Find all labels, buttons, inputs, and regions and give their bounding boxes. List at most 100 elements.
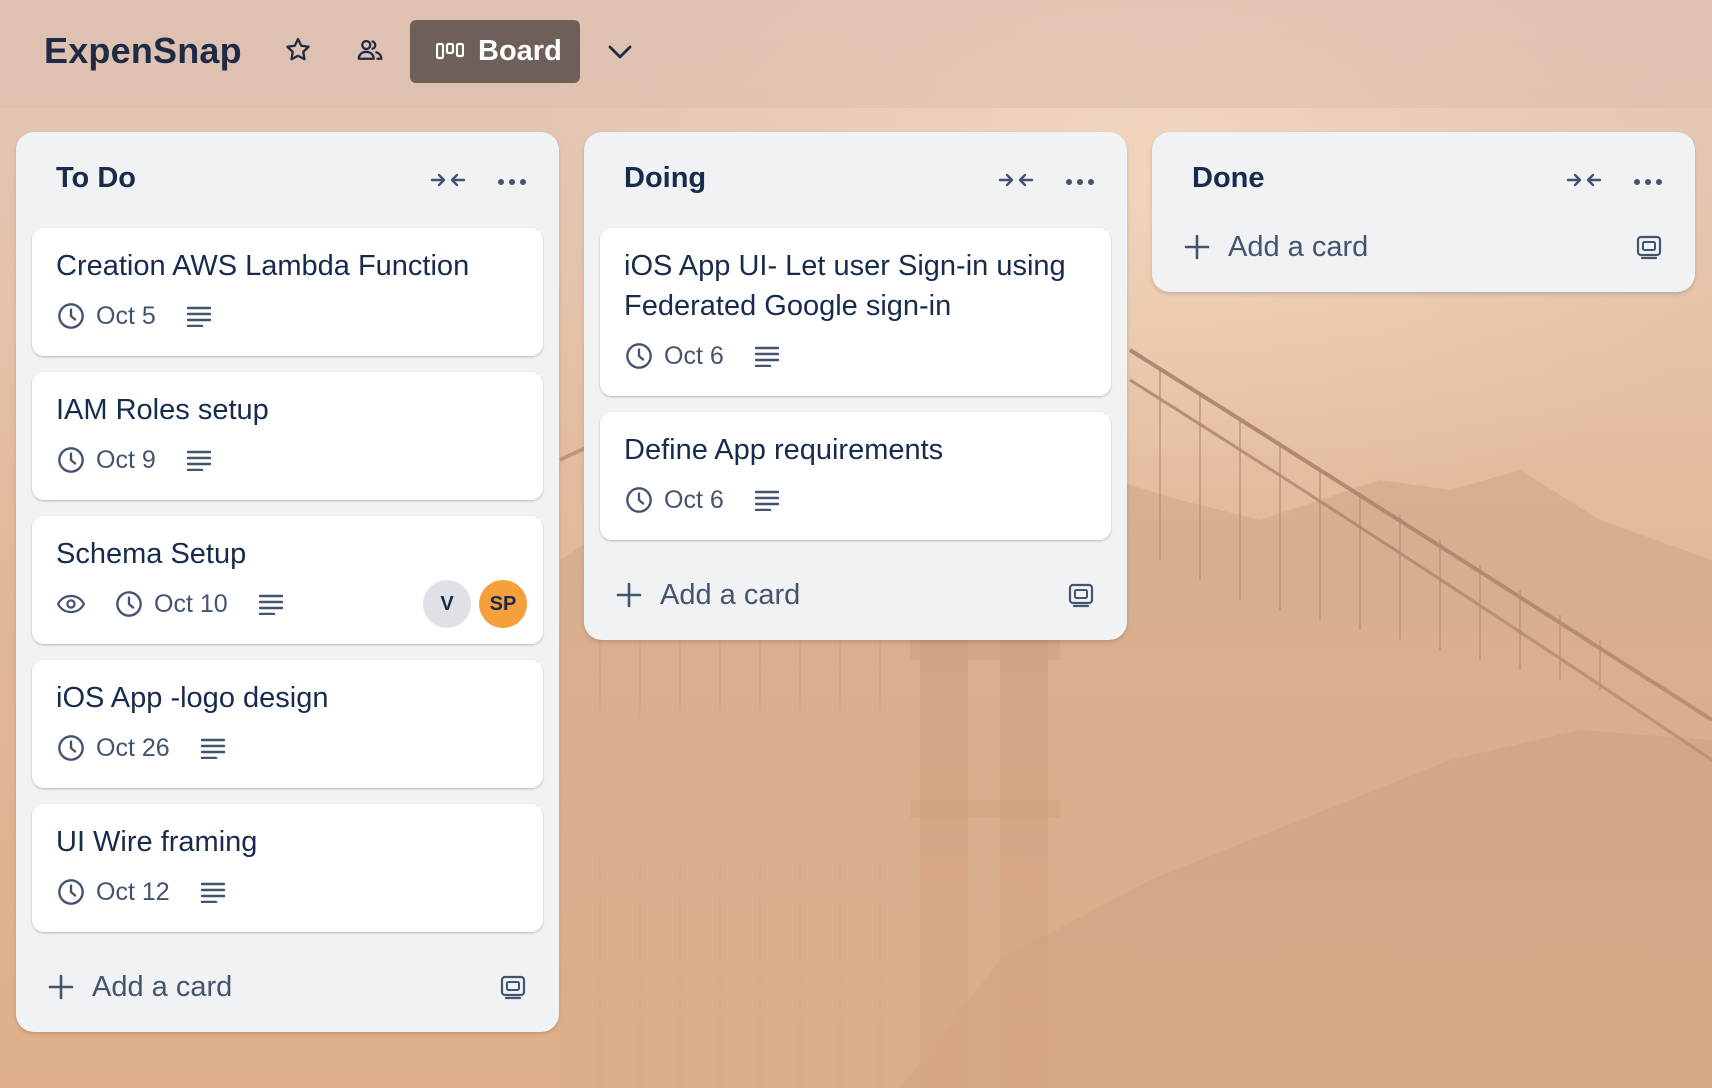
card-title: Define App requirements [624, 434, 944, 466]
clock-icon [56, 733, 86, 763]
collapse-list-button[interactable] [426, 162, 470, 202]
card-title: iOS App UI- Let user Sign-in using Feder… [624, 250, 1066, 322]
description-badge [752, 485, 782, 515]
board-header: ExpenSnap Board [0, 0, 1712, 108]
card-list: iOS App UI- Let user Sign-in using Feder… [584, 228, 1127, 540]
description-badge [752, 341, 782, 371]
card-template-icon [1635, 232, 1663, 265]
card-badges: Oct 26 [56, 728, 519, 768]
due-date-text: Oct 26 [96, 733, 170, 762]
description-icon [184, 301, 214, 331]
description-icon [752, 485, 782, 515]
list-header: To Do [16, 132, 559, 228]
view-switcher-button[interactable] [600, 30, 640, 74]
description-icon [198, 733, 228, 763]
add-card-button[interactable]: Add a card [46, 962, 232, 1012]
card-title: Schema Setup [56, 538, 247, 570]
star-board-button[interactable] [278, 30, 318, 70]
description-icon [256, 589, 286, 619]
due-date-badge[interactable]: Oct 26 [56, 733, 170, 763]
list-footer: Add a card [584, 552, 1127, 640]
due-date-text: Oct 9 [96, 445, 156, 474]
board-title[interactable]: ExpenSnap [44, 30, 242, 72]
clock-icon [114, 589, 144, 619]
add-card-label: Add a card [92, 970, 233, 1003]
card[interactable]: iOS App -logo design Oct 26 [32, 660, 543, 788]
due-date-text: Oct 5 [96, 301, 156, 330]
add-card-button[interactable]: Add a card [614, 570, 800, 620]
list-header: Doing [584, 132, 1127, 228]
card[interactable]: iOS App UI- Let user Sign-in using Feder… [600, 228, 1111, 396]
list-title[interactable]: Done [1192, 162, 1265, 195]
add-card-label: Add a card [660, 578, 801, 611]
more-horizontal-icon [1633, 173, 1663, 191]
collapse-list-button[interactable] [994, 162, 1038, 202]
list-actions-button[interactable] [1626, 162, 1670, 202]
plus-icon [46, 972, 76, 1002]
collapse-list-button[interactable] [1562, 162, 1606, 202]
collapse-icon [998, 170, 1034, 195]
list-to-do: To Do Creation AWS Lambda Function Oct 5 IA… [16, 132, 559, 1032]
description-icon [184, 445, 214, 475]
due-date-badge[interactable]: Oct 12 [56, 877, 170, 907]
card-members: V SP [415, 580, 527, 628]
card-badges: Oct 6 [624, 336, 1087, 376]
due-date-text: Oct 6 [664, 341, 724, 370]
create-from-template-button[interactable] [1061, 576, 1101, 616]
description-icon [198, 877, 228, 907]
card-badges: Oct 12 [56, 872, 519, 912]
collapse-icon [430, 170, 466, 195]
card-title: iOS App -logo design [56, 682, 329, 714]
card[interactable]: IAM Roles setup Oct 9 [32, 372, 543, 500]
description-badge [198, 733, 228, 763]
clock-icon [624, 341, 654, 371]
card-template-icon [499, 972, 527, 1005]
add-card-button[interactable]: Add a card [1182, 222, 1368, 272]
chevron-down-icon [608, 45, 632, 59]
due-date-badge[interactable]: Oct 6 [624, 485, 724, 515]
member-avatar[interactable]: SP [479, 580, 527, 628]
board-view-button[interactable]: Board [410, 20, 580, 83]
due-date-badge[interactable]: Oct 5 [56, 301, 156, 331]
card-title: Creation AWS Lambda Function [56, 250, 470, 282]
list-doing: Doing iOS App UI- Let user Sign-in using … [584, 132, 1127, 640]
create-from-template-button[interactable] [1629, 228, 1669, 268]
due-date-text: Oct 10 [154, 589, 228, 618]
description-badge [184, 445, 214, 475]
visibility-button[interactable] [350, 30, 390, 70]
description-badge [198, 877, 228, 907]
list-actions-button[interactable] [1058, 162, 1102, 202]
due-date-badge[interactable]: Oct 9 [56, 445, 156, 475]
card[interactable]: Schema Setup Oct 10 V SP [32, 516, 543, 644]
list-title[interactable]: To Do [56, 162, 136, 195]
clock-icon [56, 301, 86, 331]
description-badge [184, 301, 214, 331]
create-from-template-button[interactable] [493, 968, 533, 1008]
board-view-icon [436, 40, 466, 64]
list-title[interactable]: Doing [624, 162, 706, 195]
list-actions-button[interactable] [490, 162, 534, 202]
list-footer: Add a card [16, 944, 559, 1032]
more-horizontal-icon [497, 173, 527, 191]
member-avatar[interactable]: V [423, 580, 471, 628]
card-badges: Oct 9 [56, 440, 519, 480]
clock-icon [56, 877, 86, 907]
card[interactable]: Define App requirements Oct 6 [600, 412, 1111, 540]
due-date-badge[interactable]: Oct 10 [114, 589, 228, 619]
collapse-icon [1566, 170, 1602, 195]
board-view-label: Board [478, 35, 562, 67]
eye-icon [56, 589, 86, 619]
card-title: IAM Roles setup [56, 394, 269, 426]
card-badges: Oct 5 [56, 296, 519, 336]
add-card-label: Add a card [1228, 230, 1369, 263]
card[interactable]: Creation AWS Lambda Function Oct 5 [32, 228, 543, 356]
due-date-badge[interactable]: Oct 6 [624, 341, 724, 371]
clock-icon [624, 485, 654, 515]
list-done: Done Add a card [1152, 132, 1695, 292]
star-icon [286, 37, 310, 61]
card-title: UI Wire framing [56, 826, 258, 858]
watching-badge [56, 589, 86, 619]
card-badges: Oct 6 [624, 480, 1087, 520]
plus-icon [1182, 232, 1212, 262]
card[interactable]: UI Wire framing Oct 12 [32, 804, 543, 932]
